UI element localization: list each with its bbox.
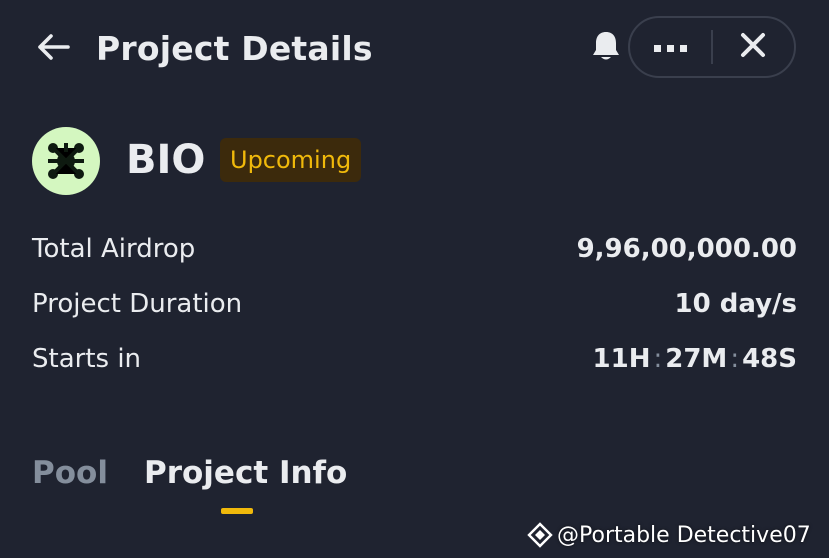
countdown-separator: : [730,344,740,374]
countdown-timer: 11H : 27M : 48S [593,341,797,377]
close-button[interactable] [713,18,794,76]
notification-button[interactable] [586,28,626,68]
total-airdrop-value: 9,96,00,000.00 [576,234,797,264]
project-duration-label: Project Duration [32,289,243,319]
page-title: Project Details [96,29,373,68]
countdown-separator: : [653,344,663,374]
more-button[interactable] [630,18,711,76]
tab-pool[interactable]: Pool [32,452,108,494]
countdown-hours: 11H [592,344,651,374]
tab-project-info[interactable]: Project Info [144,452,347,494]
watermark: @Portable Detective07 [527,518,811,552]
watermark-text: @Portable Detective07 [557,522,811,548]
bell-icon [591,29,621,67]
bio-token-logo [32,127,100,195]
header-actions-capsule [628,16,796,78]
active-tab-indicator [221,508,253,514]
binance-square-icon [527,522,553,548]
countdown-minutes: 27M [665,344,728,374]
starts-in-label: Starts in [32,344,142,374]
close-icon [740,32,766,62]
more-horizontal-icon [653,38,688,57]
token-name: BIO [126,137,206,183]
status-badge: Upcoming [220,138,362,182]
project-duration-value: 10 day/s [674,289,797,319]
back-button[interactable] [30,26,76,72]
countdown-seconds: 48S [742,344,797,374]
total-airdrop-label: Total Airdrop [32,234,196,264]
arrow-left-icon [36,33,70,65]
